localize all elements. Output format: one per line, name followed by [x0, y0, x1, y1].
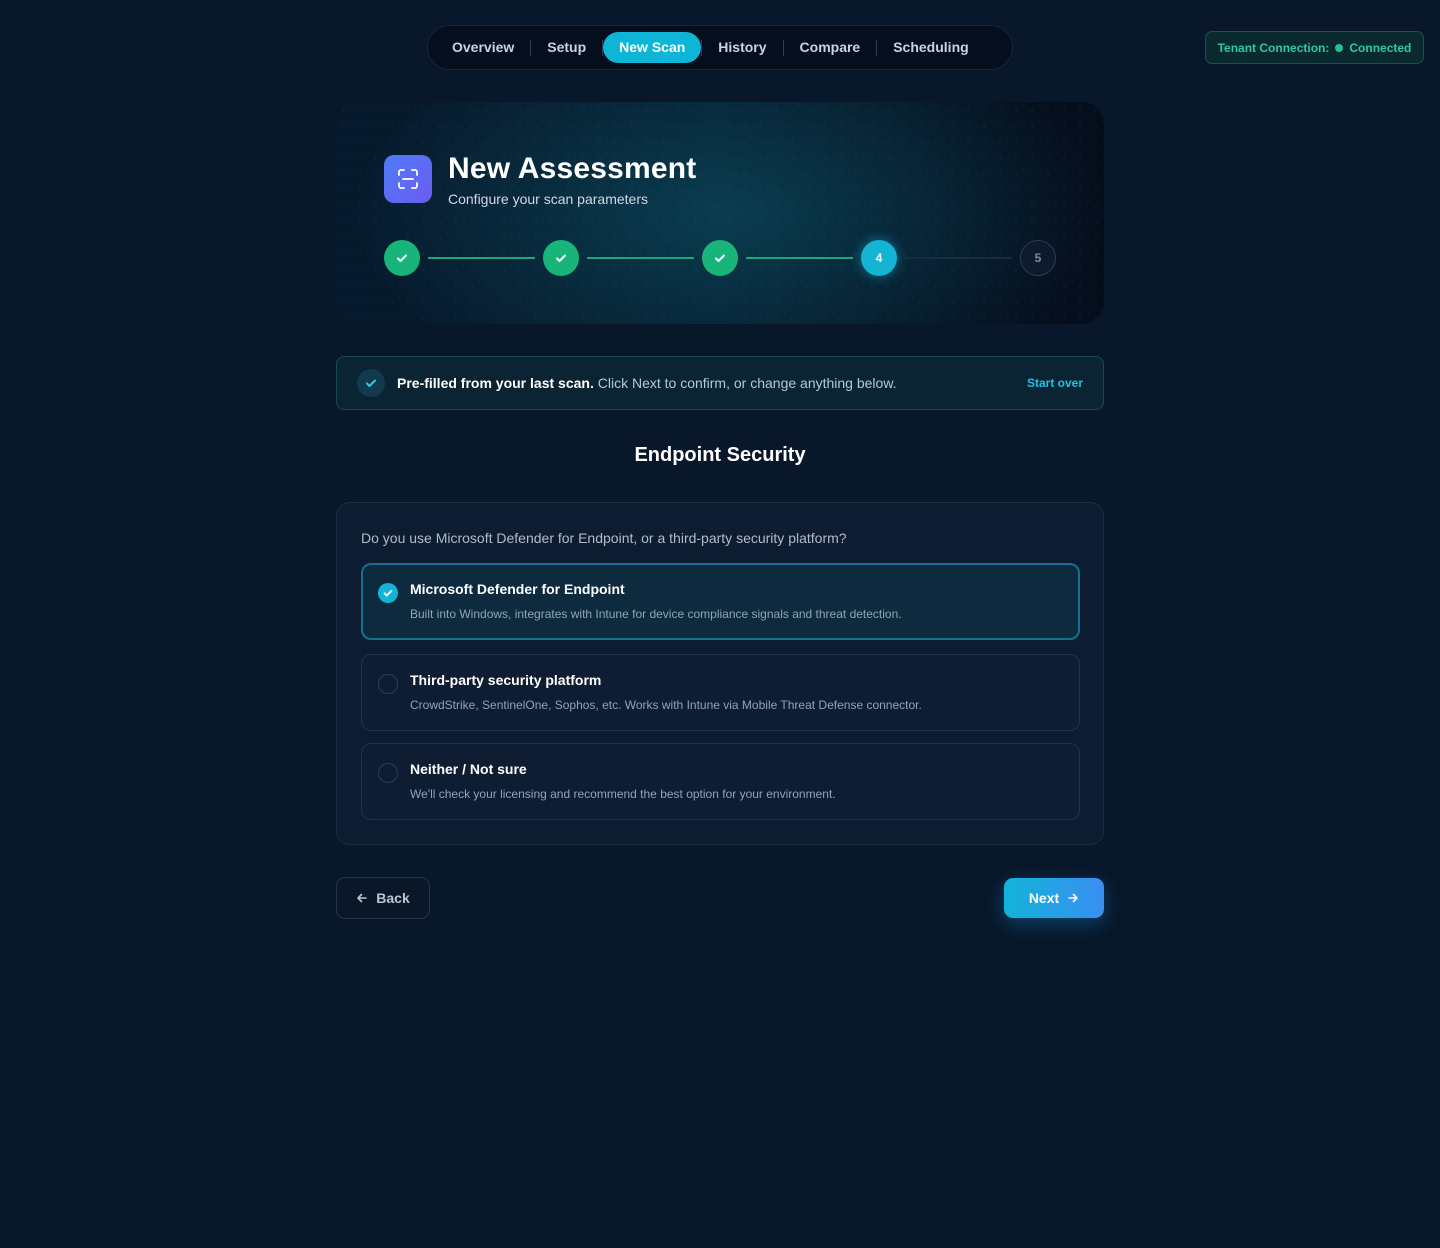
prefill-message-text: Click Next to confirm, or change anythin… — [593, 375, 897, 391]
question-text: Do you use Microsoft Defender for Endpoi… — [361, 530, 847, 546]
step-2-complete[interactable] — [543, 240, 579, 276]
step-4-current: 4 — [861, 240, 897, 276]
radio-checked-icon[interactable] — [378, 583, 398, 603]
option-title: Third-party security platform — [410, 672, 602, 688]
tenant-connection-status: Connected — [1349, 40, 1412, 55]
option-title: Microsoft Defender for Endpoint — [410, 581, 625, 597]
option-third-party[interactable]: Third-party security platform CrowdStrik… — [361, 654, 1080, 731]
prefill-message: Pre-filled from your last scan. Click Ne… — [397, 375, 1027, 391]
check-icon — [556, 254, 566, 262]
assessment-header: New Assessment Configure your scan param… — [336, 102, 1104, 324]
back-button[interactable]: Back — [336, 877, 430, 919]
radio-unchecked-icon[interactable] — [378, 674, 398, 694]
progress-stepper: 4 5 — [384, 240, 1056, 276]
step-5-pending: 5 — [1020, 240, 1056, 276]
option-description: Built into Windows, integrates with Intu… — [410, 607, 902, 621]
back-button-label: Back — [376, 890, 410, 906]
tenant-connection-label: Tenant Connection: — [1217, 40, 1330, 55]
step-connector — [905, 257, 1012, 259]
arrow-left-icon — [357, 893, 368, 903]
check-icon — [715, 254, 725, 262]
status-dot-icon — [1335, 43, 1344, 52]
step-1-complete[interactable] — [384, 240, 420, 276]
page-title: New Assessment — [448, 152, 697, 185]
tab-compare[interactable]: Compare — [784, 32, 877, 63]
section-title: Endpoint Security — [634, 444, 806, 466]
arrow-right-icon — [1068, 893, 1078, 903]
tab-setup[interactable]: Setup — [531, 32, 602, 63]
tab-overview[interactable]: Overview — [436, 32, 530, 63]
step-connector — [746, 257, 853, 259]
option-description: We'll check your licensing and recommend… — [410, 787, 836, 801]
step-connector — [587, 257, 694, 259]
prefill-message-bold: Pre-filled from your last scan. — [397, 375, 594, 391]
check-icon — [357, 369, 385, 397]
scan-icon — [384, 155, 432, 203]
option-microsoft-defender[interactable]: Microsoft Defender for Endpoint Built in… — [361, 563, 1080, 640]
question-card: Do you use Microsoft Defender for Endpoi… — [336, 502, 1104, 845]
start-over-link[interactable]: Start over — [1027, 376, 1083, 390]
page-subtitle: Configure your scan parameters — [448, 191, 648, 207]
option-title: Neither / Not sure — [410, 761, 527, 777]
step-connector — [428, 257, 535, 259]
next-button-label: Next — [1028, 890, 1060, 906]
next-button[interactable]: Next — [1004, 878, 1104, 918]
radio-unchecked-icon[interactable] — [378, 763, 398, 783]
tab-new-scan[interactable]: New Scan — [603, 32, 702, 63]
tab-history[interactable]: History — [702, 32, 782, 63]
tab-scheduling[interactable]: Scheduling — [877, 32, 984, 63]
option-description: CrowdStrike, SentinelOne, Sophos, etc. W… — [410, 698, 922, 712]
step-3-complete[interactable] — [702, 240, 738, 276]
main-nav: Overview Setup New Scan History Compare … — [427, 25, 1013, 70]
tenant-connection-badge[interactable]: Tenant Connection: Connected — [1205, 31, 1424, 64]
prefill-banner: Pre-filled from your last scan. Click Ne… — [336, 356, 1104, 410]
option-neither[interactable]: Neither / Not sure We'll check your lice… — [361, 743, 1080, 820]
check-icon — [397, 254, 407, 262]
